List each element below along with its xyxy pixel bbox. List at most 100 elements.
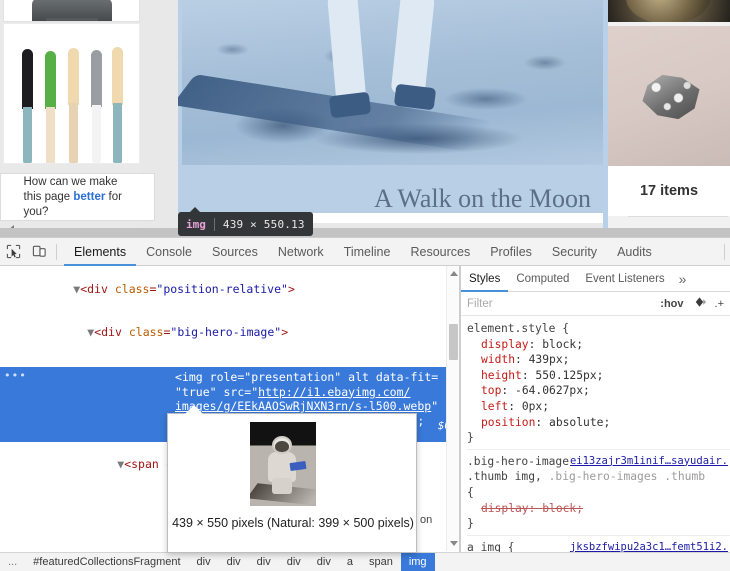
breadcrumb-item-img-active[interactable]: img <box>400 552 435 571</box>
style-rule-big-hero-image: ei13zajr3m1inif…sayudair. .big-hero-imag… <box>467 448 730 532</box>
dom-tagname: span <box>131 456 159 471</box>
dom-attr-name: class <box>128 325 164 340</box>
breadcrumb-item-div[interactable]: div <box>279 556 309 568</box>
rule-open-brace: { <box>467 485 474 499</box>
tab-network[interactable]: Network <box>268 238 334 266</box>
breadcrumb-item-span[interactable]: span <box>361 556 401 568</box>
tooltip-tag-name: img <box>186 217 206 231</box>
dom-attr-name: class <box>114 281 150 296</box>
tab-sources[interactable]: Sources <box>202 238 268 266</box>
tab-security[interactable]: Security <box>542 238 607 266</box>
tab-elements[interactable]: Elements <box>64 238 136 266</box>
devtools-tab-bar: Elements Console Sources Network Timelin… <box>64 238 662 266</box>
tab-styles[interactable]: Styles <box>461 266 508 292</box>
declaration-top[interactable]: top: -64.0627px; <box>467 383 730 399</box>
styles-filter-input[interactable]: Filter <box>467 298 493 310</box>
astronaut-preview-image <box>250 422 316 506</box>
screenshot-root: How can we make this page better for you… <box>0 0 730 571</box>
dom-scrollbar[interactable] <box>446 266 459 551</box>
breadcrumb-item-div[interactable]: div <box>219 556 249 568</box>
tab-profiles[interactable]: Profiles <box>480 238 542 266</box>
image-preview-popup: 439 × 550 pixels (Natural: 399 × 500 pix… <box>167 405 417 553</box>
toolbar-separator <box>56 243 57 260</box>
tab-event-listeners[interactable]: Event Listeners <box>577 266 672 292</box>
dom-selected-line2: "true" src="http://i1.ebayimg.com/ <box>175 384 411 399</box>
declaration-height[interactable]: height: 550.125px; <box>467 368 730 384</box>
dom-line-big-hero-image[interactable]: ▼<div class="big-hero-image"> <box>0 311 459 355</box>
page-right-column: 17 items <box>608 0 730 237</box>
dom-attr-value: "true" <box>175 384 217 399</box>
breadcrumb-item-fragment[interactable]: #featuredCollectionsFragment <box>25 556 188 568</box>
pen-image-5 <box>112 47 123 163</box>
page-bottom-edge <box>0 228 730 237</box>
coin-image[interactable] <box>608 0 730 22</box>
pen-image-4 <box>91 50 102 163</box>
scrollbar-thumb[interactable] <box>449 324 458 360</box>
page-left-column: How can we make this page better for you… <box>0 0 155 237</box>
product-card-pens[interactable] <box>3 23 140 164</box>
toggle-class-icon[interactable] <box>692 295 707 313</box>
image-dimensions-caption: 439 × 550 pixels (Natural: 399 × 500 pix… <box>172 516 414 530</box>
collection-items-count: 17 items <box>608 166 730 216</box>
tooltip-dimensions: 439 × 550.13 <box>222 217 305 231</box>
device-toolbar-icon[interactable] <box>26 239 52 265</box>
new-style-rule-button[interactable]: .+ <box>715 298 724 310</box>
styles-filter-tools: :hov .+ <box>660 295 724 313</box>
scroll-up-arrow-icon[interactable] <box>450 271 458 276</box>
declaration-display[interactable]: display: block; <box>467 337 730 353</box>
dom-ellipsis-marker[interactable]: ••• <box>4 369 27 384</box>
dom-src-part2[interactable]: images/g/EEkAAOSwRjNXN3rn/s-l500.webp <box>175 399 431 413</box>
dom-line-position-relative[interactable]: ▼<div class="position-relative"> <box>0 266 459 311</box>
flag-patch <box>289 460 307 472</box>
styles-tab-bar: Styles Computed Event Listeners » <box>461 266 730 292</box>
tab-console[interactable]: Console <box>136 238 202 266</box>
declaration-position[interactable]: position: absolute; <box>467 415 730 431</box>
breadcrumb-item-div[interactable]: div <box>249 556 279 568</box>
dom-src-part1[interactable]: http://i1.ebayimg.com/ <box>258 385 410 399</box>
big-hero-image-container[interactable]: A Walk on the Moon <box>178 0 608 213</box>
spacesuit-leg-right <box>390 0 436 97</box>
dom-attr-value: "position-relative" <box>156 281 288 296</box>
breadcrumb-item-div[interactable]: div <box>309 556 339 568</box>
dom-attr-value: "presentation" <box>244 370 342 384</box>
feedback-link[interactable]: better <box>73 191 105 203</box>
declaration-width[interactable]: width: 439px; <box>467 352 730 368</box>
rule-close-brace: } <box>467 431 474 445</box>
divider <box>628 216 728 217</box>
style-rule-element-style: element.style { display: block; width: 4… <box>467 321 730 446</box>
scroll-down-arrow-icon[interactable] <box>450 541 458 546</box>
styles-filter-row: Filter :hov .+ <box>461 292 730 316</box>
declaration-left[interactable]: left: 0px; <box>467 399 730 415</box>
dom-selected-line1: <img role="presentation" alt data-fit= <box>175 370 439 384</box>
tab-timeline[interactable]: Timeline <box>334 238 401 266</box>
tab-resources[interactable]: Resources <box>400 238 480 266</box>
tab-computed[interactable]: Computed <box>508 266 577 292</box>
breadcrumb-ellipsis[interactable]: ... <box>6 556 25 568</box>
hov-toggle-button[interactable]: :hov <box>660 298 683 310</box>
items-count-label: 17 items <box>639 183 699 199</box>
meteorite-image[interactable] <box>608 26 730 166</box>
devtools-toolbar: Elements Console Sources Network Timelin… <box>0 238 730 266</box>
breadcrumb-item-div[interactable]: div <box>189 556 219 568</box>
declaration-display-overridden[interactable]: display: block; <box>467 501 730 517</box>
rule-selector-unmatched: .big-hero-images .thumb <box>548 470 706 484</box>
feedback-text: How can we make this page better for you… <box>24 175 132 220</box>
dom-tagname: div <box>101 325 122 340</box>
feedback-prompt[interactable]: How can we make this page better for you… <box>0 173 155 221</box>
dom-attr-name: role <box>209 370 238 384</box>
inspect-element-icon[interactable] <box>0 239 26 265</box>
toolbar-right-separator <box>724 243 725 260</box>
tab-audits[interactable]: Audits <box>607 238 662 266</box>
dom-selected-line3: images/g/EEkAAOSwRjNXN3rn/s-l500.webp" <box>175 399 439 414</box>
product-card-gadget[interactable] <box>3 0 140 22</box>
more-tabs-icon[interactable]: » <box>673 271 693 287</box>
styles-pane: Styles Computed Event Listeners » Filter… <box>461 266 730 571</box>
breadcrumb-item-a[interactable]: a <box>339 556 361 568</box>
tooltip-separator <box>213 217 215 231</box>
dom-attr-name: data-fit= <box>375 370 439 384</box>
rule-source-link[interactable]: ei13zajr3m1inif…sayudair. <box>570 454 728 470</box>
dom-attr-value: "big-hero-image" <box>170 325 282 340</box>
dom-tagname: img <box>181 370 203 384</box>
web-page-viewport: How can we make this page better for you… <box>0 0 730 237</box>
boot-sole-right <box>393 83 437 111</box>
